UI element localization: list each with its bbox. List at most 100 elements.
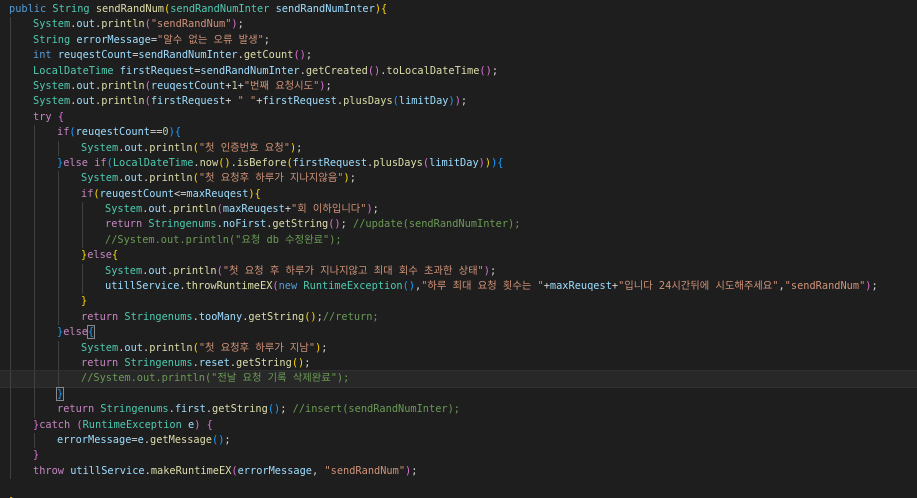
code-line[interactable]: if(reuqestCount<=maxReuqest){ <box>0 186 917 203</box>
code-line[interactable]: System.out.println("첫 요청후 하루가 지나지않음"); <box>0 171 917 187</box>
code-line[interactable]: System.out.println("첫 인증번호 요청"); <box>0 140 917 156</box>
code-line[interactable]: return Stringenums.reset.getString(); <box>0 355 917 372</box>
code-token: "하루 최대 요청 횟수는 " <box>421 280 544 293</box>
indent-guide <box>10 32 11 49</box>
indent-guide <box>58 309 59 326</box>
code-line[interactable] <box>0 479 917 494</box>
code-line[interactable]: return Stringenums.tooMany.getString();/… <box>0 309 917 326</box>
code-token: reuqestCount <box>57 49 133 62</box>
code-token: utillService <box>105 280 180 293</box>
code-token: reuqestCount <box>150 79 226 92</box>
code-token: firstRequest <box>150 95 226 108</box>
indent-guide <box>10 202 11 218</box>
code-token: System <box>33 79 71 92</box>
code-line[interactable]: } <box>0 294 917 310</box>
code-token: { <box>497 156 504 169</box>
code-token: return <box>81 310 125 323</box>
indent-guide <box>34 309 35 326</box>
code-token: "첫 요청후 하루가 지나지않음" <box>198 172 344 185</box>
indent-guide <box>10 217 11 233</box>
code-line[interactable]: System.out.println(reuqestCount+1+"번째 요청… <box>0 78 917 95</box>
code-token: int <box>33 49 58 62</box>
code-token: println <box>173 264 217 277</box>
indent-guide <box>82 263 83 280</box>
indent-guide <box>58 248 59 264</box>
code-token: println <box>173 203 217 216</box>
code-token: getCreated <box>305 64 368 77</box>
code-line[interactable]: return Stringenums.noFirst.getString(); … <box>0 217 917 233</box>
code-line[interactable]: String errorMessage="알수 없는 오류 발생"; <box>0 32 917 49</box>
code-token: { <box>86 325 96 340</box>
code-token: "sendRandNum" <box>324 464 406 477</box>
indent-guide <box>58 279 59 295</box>
code-line[interactable]: if(reuqestCount==0){ <box>0 125 917 141</box>
code-token: reuqestCount <box>99 187 175 200</box>
code-token: ; <box>411 464 418 477</box>
code-lines[interactable]: public String sendRandNum(sendRandNumInt… <box>0 2 917 498</box>
indent-guide <box>58 186 59 203</box>
code-line[interactable]: } <box>0 495 917 498</box>
code-token: { <box>112 249 119 262</box>
indent-guide <box>34 386 35 403</box>
indent-guide <box>34 263 35 280</box>
code-token: + <box>225 95 238 108</box>
code-token: "sendRandNum" <box>150 18 232 31</box>
indent-guide <box>10 248 11 264</box>
indent-guide <box>34 279 35 295</box>
code-token: ) <box>194 418 207 431</box>
code-line[interactable]: }else{ <box>0 325 917 341</box>
code-line[interactable]: System.out.println(firstRequest+ " "+fir… <box>0 94 917 110</box>
indent-guide <box>58 355 59 372</box>
code-token: isBefore <box>236 156 287 169</box>
code-line[interactable]: System.out.println("첫 요청 후 하루가 지나지않고 최대 … <box>0 263 917 280</box>
code-line[interactable]: LocalDateTime firstRequest=sendRandNumIn… <box>0 63 917 79</box>
indent-guide <box>10 48 11 64</box>
indent-guide <box>34 140 35 156</box>
code-token: //System.out.println("전날 요청 기록 삭제완료"); <box>81 372 350 385</box>
code-token: println <box>101 95 145 108</box>
code-line[interactable]: }catch (RuntimeException e) { <box>0 417 917 433</box>
code-token: maxReuqest <box>549 280 612 293</box>
code-line[interactable]: } <box>0 448 917 464</box>
indent-guide <box>10 17 11 33</box>
code-token: first <box>174 403 206 416</box>
code-token: println <box>101 18 145 31</box>
indent-guide <box>10 232 11 249</box>
code-token: RuntimeException <box>303 280 403 293</box>
code-token: System <box>33 18 71 31</box>
code-line[interactable]: }else if(LocalDateTime.now().isBefore(fi… <box>0 155 917 172</box>
code-token: toLocalDateTime <box>386 64 480 77</box>
code-line[interactable]: throw utillService.makeRuntimeEX(errorMe… <box>0 463 917 480</box>
code-token: limitDay <box>429 156 479 169</box>
code-token: out <box>148 264 168 277</box>
code-line[interactable]: try { <box>0 109 917 126</box>
code-line[interactable]: //System.out.println("전날 요청 기록 삭제완료"); <box>0 370 917 388</box>
code-line[interactable]: }else{ <box>0 248 917 264</box>
code-line[interactable]: utillService.throwRuntimeEX(new RuntimeE… <box>0 279 917 295</box>
code-token: now <box>199 156 219 169</box>
code-token: sendRandNumInter <box>170 3 276 15</box>
code-token: //insert(sendRandNumInter); <box>292 403 461 416</box>
code-line[interactable]: System.out.println("첫 요청후 하루가 지남"); <box>0 340 917 356</box>
indent-guide <box>34 202 35 218</box>
indent-guide <box>58 171 59 187</box>
code-token: ; <box>321 341 328 354</box>
code-token: String <box>52 3 96 15</box>
code-token: firstRequest <box>292 156 368 169</box>
code-token: "sendRandNum" <box>784 280 866 293</box>
code-token: //return; <box>322 310 379 323</box>
code-line[interactable]: System.out.println(maxReuqest+"회 이하입니다")… <box>0 202 917 218</box>
code-line[interactable]: errorMessage=e.getMessage(); <box>0 432 917 449</box>
indent-guide <box>10 432 11 449</box>
indent-guide <box>10 279 11 295</box>
code-line[interactable]: //System.out.println("요청 db 수정완료"); <box>0 232 917 249</box>
code-line[interactable]: System.out.println("sendRandNum"); <box>0 17 917 33</box>
code-line[interactable]: } <box>0 386 917 403</box>
indent-guide <box>34 355 35 372</box>
code-token: System <box>81 341 119 354</box>
code-line[interactable]: public String sendRandNum(sendRandNumInt… <box>0 2 917 17</box>
code-line[interactable]: int reuqestCount=sendRandNumInter.getCou… <box>0 48 917 64</box>
code-line[interactable]: return Stringenums.first.getString(); //… <box>0 402 917 418</box>
code-token: firstRequest <box>119 64 195 77</box>
code-editor[interactable]: public String sendRandNum(sendRandNumInt… <box>0 0 917 498</box>
